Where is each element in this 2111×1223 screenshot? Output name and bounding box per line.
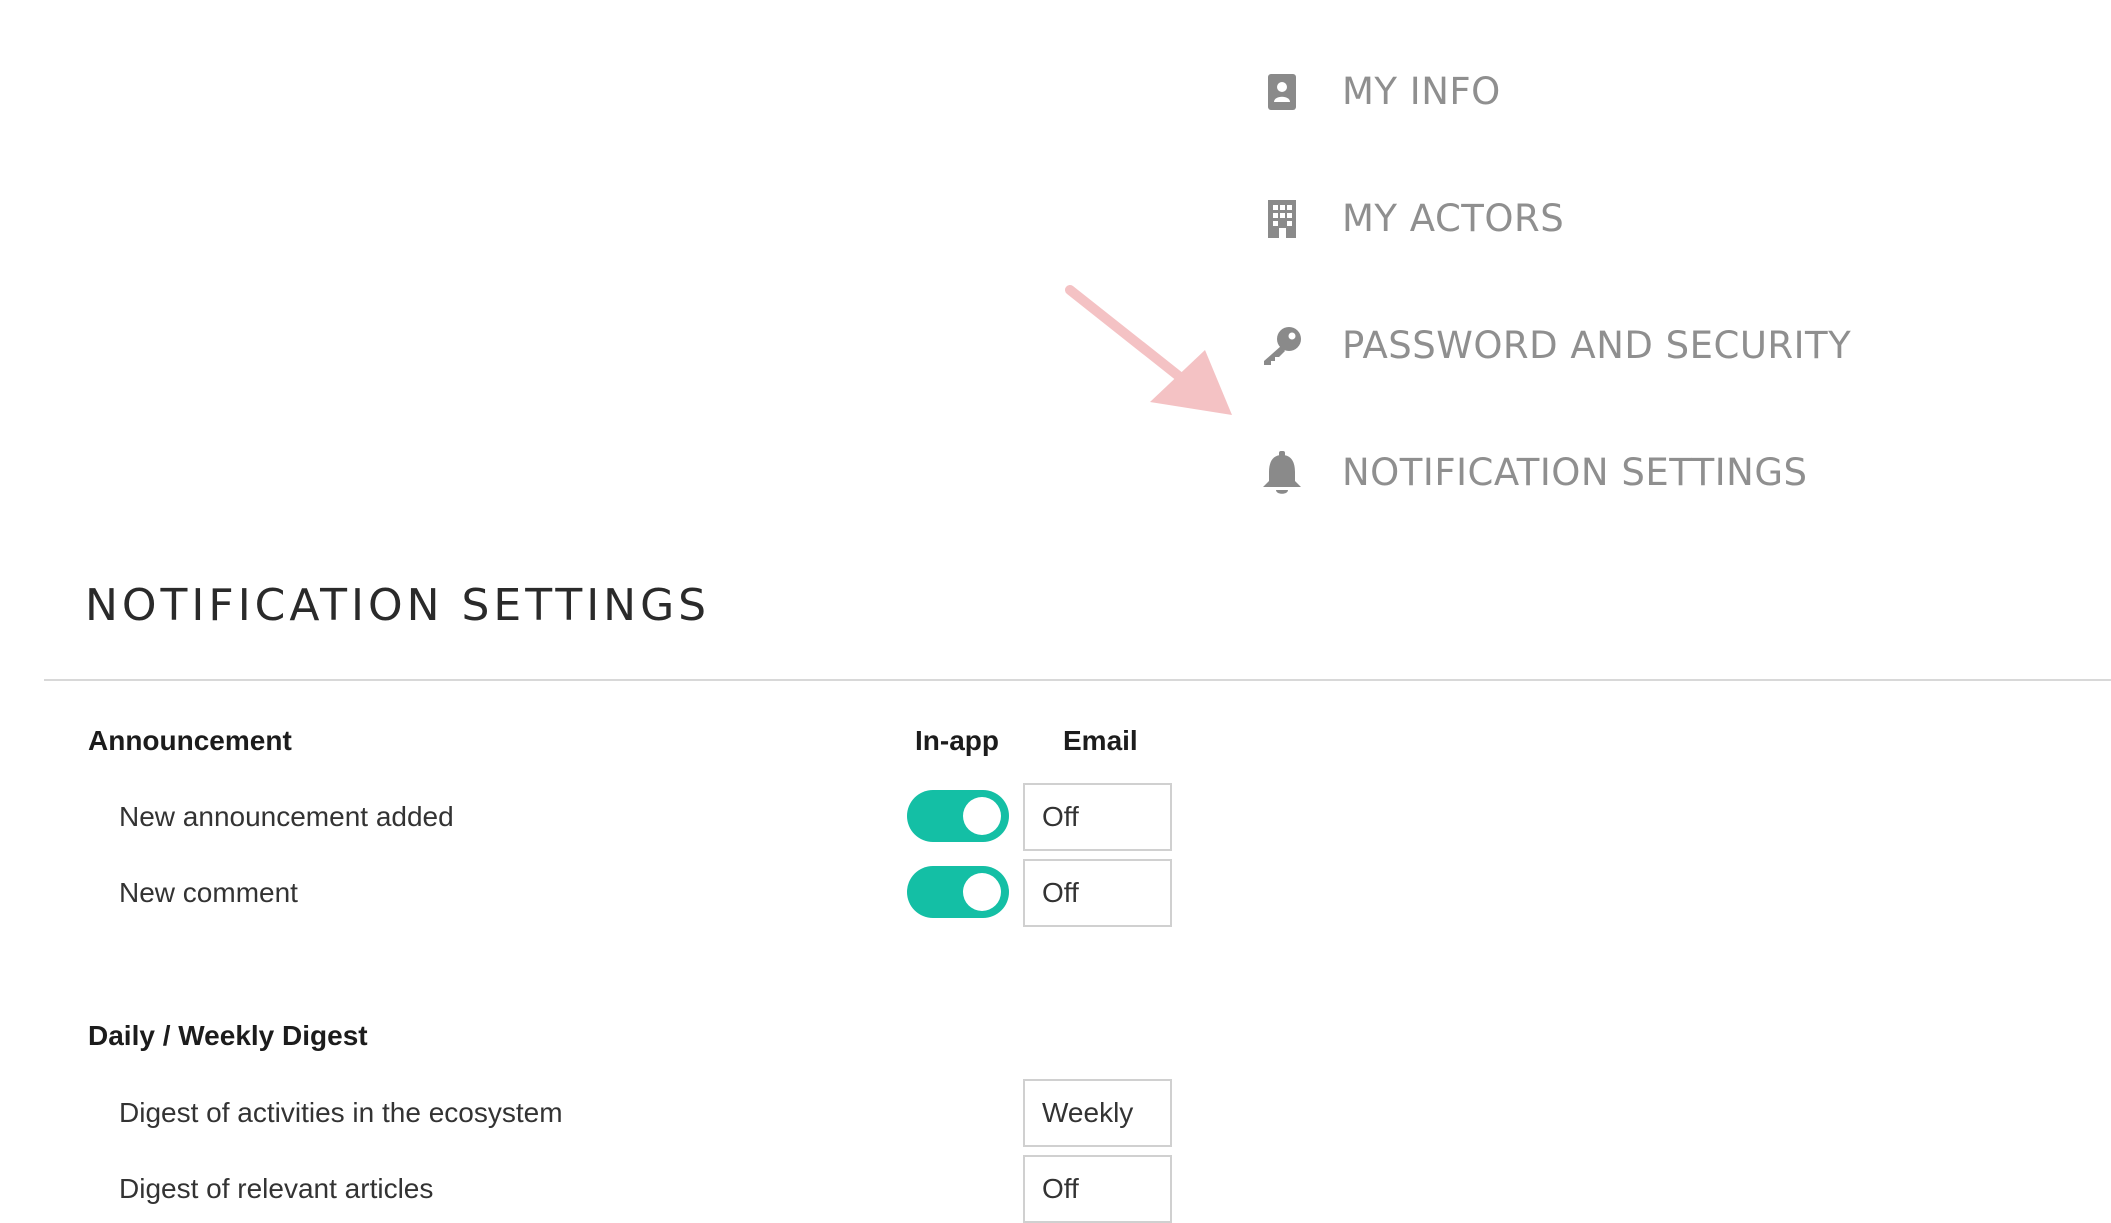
email-select-new-announcement[interactable]: Off [1023,783,1172,851]
menu-item-notification-settings[interactable]: NOTIFICATION SETTINGS [1256,409,1956,536]
building-icon [1256,193,1308,245]
group-title-announcement: Announcement [88,725,292,756]
toggle-knob [963,873,1001,911]
row-label-new-comment: New comment [119,877,298,908]
divider [44,679,2111,681]
menu-label: NOTIFICATION SETTINGS [1342,451,1808,494]
column-header-email: Email [1063,725,1138,756]
column-header-inapp: In-app [915,725,999,756]
account-menu: MY INFO MY ACTORS PASSWORD AND SECURITY … [1256,28,1956,536]
menu-label: MY ACTORS [1342,197,1565,240]
toggle-knob [963,797,1001,835]
bell-icon [1256,447,1308,499]
menu-label: MY INFO [1342,70,1501,113]
contact-card-icon [1256,66,1308,118]
email-select-digest-articles[interactable]: Off [1023,1155,1172,1223]
key-icon [1256,320,1308,372]
pointer-arrow-icon [1065,285,1232,415]
row-label-digest-activities: Digest of activities in the ecosystem [119,1097,563,1128]
page-title: NOTIFICATION SETTINGS [85,580,711,631]
menu-item-password-security[interactable]: PASSWORD AND SECURITY [1256,282,1956,409]
inapp-toggle-new-announcement[interactable] [907,790,1009,842]
inapp-toggle-new-comment[interactable] [907,866,1009,918]
row-label-new-announcement: New announcement added [119,801,454,832]
menu-item-my-actors[interactable]: MY ACTORS [1256,155,1956,282]
row-label-digest-articles: Digest of relevant articles [119,1173,434,1204]
email-select-digest-activities[interactable]: Weekly [1023,1079,1172,1147]
group-title-digest: Daily / Weekly Digest [88,1020,368,1051]
email-select-new-comment[interactable]: Off [1023,859,1172,927]
menu-label: PASSWORD AND SECURITY [1342,324,1852,367]
menu-item-my-info[interactable]: MY INFO [1256,28,1956,155]
